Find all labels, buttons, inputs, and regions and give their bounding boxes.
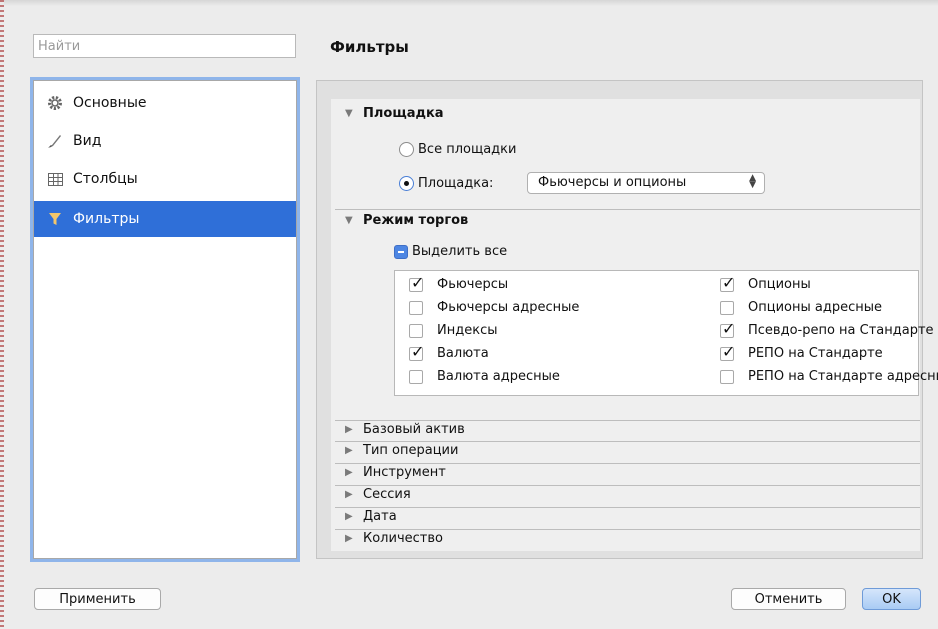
- checkbox-checked-icon: [409, 342, 424, 361]
- section-title: Режим торгов: [363, 213, 469, 228]
- disclosure-closed-icon: ▶: [345, 489, 353, 500]
- disclosure-closed-icon: ▶: [345, 467, 353, 478]
- divider: [335, 209, 920, 210]
- disclosure-closed-icon: ▶: [345, 511, 353, 522]
- checkbox-label: Валюта: [437, 346, 489, 361]
- checkbox-icon: [409, 323, 423, 338]
- section-instrument[interactable]: ▶ Инструмент: [345, 465, 446, 480]
- ok-button[interactable]: OK: [862, 588, 921, 610]
- checkbox-repo-standard[interactable]: РЕПО на Стандарте: [720, 342, 938, 361]
- section-title: Дата: [363, 509, 397, 524]
- section-title: Тип операции: [363, 443, 459, 458]
- divider: [335, 485, 920, 486]
- divider: [335, 463, 920, 464]
- checkbox-icon: [720, 369, 734, 384]
- section-title: Площадка: [363, 106, 444, 121]
- sidebar: Основные Вид Столбцы Фильтры: [33, 80, 297, 559]
- divider: [335, 420, 920, 421]
- radio-selected-icon: [399, 176, 414, 191]
- checkbox-pseudo-repo[interactable]: Псевдо-репо на Стандарте: [720, 319, 938, 338]
- checkbox-label: Опционы адресные: [748, 300, 882, 315]
- disclosure-open-icon: ▼: [345, 215, 353, 226]
- radio-all-venues[interactable]: Все площадки: [399, 142, 516, 157]
- filters-content: ▼ Площадка Все площадки Площадка: Фьючер…: [331, 99, 938, 551]
- checkbox-icon: [720, 300, 734, 315]
- table-icon: [45, 172, 65, 186]
- disclosure-closed-icon: ▶: [345, 533, 353, 544]
- apply-button[interactable]: Применить: [34, 588, 161, 610]
- checkbox-icon: [409, 300, 423, 315]
- section-title: Сессия: [363, 487, 411, 502]
- gear-icon: [45, 95, 65, 111]
- checkbox-checked-icon: [720, 342, 735, 361]
- checkbox-icon: [409, 369, 423, 384]
- stepper-arrows-icon: ▲ ▼: [749, 173, 756, 190]
- checkbox-label: Псевдо-репо на Стандарте: [748, 323, 934, 338]
- sidebar-item-filters[interactable]: Фильтры: [34, 201, 296, 237]
- section-quantity[interactable]: ▶ Количество: [345, 531, 443, 546]
- venue-select[interactable]: Фьючерсы и опционы ▲ ▼: [527, 172, 765, 194]
- sidebar-item-view[interactable]: Вид: [34, 123, 296, 159]
- checkbox-repo-standard-addr[interactable]: РЕПО на Стандарте адресные: [720, 369, 938, 384]
- select-all-checkbox[interactable]: Выделить все: [394, 244, 507, 259]
- sidebar-item-columns[interactable]: Столбцы: [34, 161, 296, 197]
- divider: [335, 507, 920, 508]
- checkbox-currency-addr[interactable]: Валюта адресные: [409, 369, 560, 384]
- mixed-checkbox-icon: [394, 244, 408, 259]
- checkbox-options[interactable]: Опционы: [720, 273, 938, 292]
- section-mode-header[interactable]: ▼ Режим торгов: [345, 213, 468, 228]
- checkbox-label: РЕПО на Стандарте: [748, 346, 883, 361]
- venue-select-value: Фьючерсы и опционы: [538, 175, 687, 190]
- checkbox-label: Индексы: [437, 323, 498, 338]
- checkbox-label: Фьючерсы: [437, 277, 509, 292]
- window-left-edge: [0, 0, 4, 629]
- window-top-edge: [0, 0, 938, 6]
- disclosure-closed-icon: ▶: [345, 424, 353, 435]
- search-input[interactable]: [33, 34, 296, 58]
- disclosure-closed-icon: ▶: [345, 445, 353, 456]
- section-date[interactable]: ▶ Дата: [345, 509, 397, 524]
- checkbox-label: РЕПО на Стандарте адресные: [748, 369, 938, 384]
- filters-panel: ▼ Площадка Все площадки Площадка: Фьючер…: [316, 80, 938, 559]
- sidebar-item-label: Фильтры: [73, 211, 140, 227]
- checkbox-futures[interactable]: Фьючерсы: [409, 273, 509, 292]
- checkbox-label: Фьючерсы адресные: [437, 300, 580, 315]
- checkbox-currency[interactable]: Валюта: [409, 342, 489, 361]
- checkbox-indexes[interactable]: Индексы: [409, 323, 497, 338]
- sidebar-item-label: Столбцы: [73, 171, 138, 187]
- checkbox-futures-addr[interactable]: Фьючерсы адресные: [409, 300, 579, 315]
- checkbox-label: Выделить все: [412, 244, 508, 259]
- checkbox-label: Валюта адресные: [437, 369, 560, 384]
- checkbox-checked-icon: [409, 273, 424, 292]
- section-title: Базовый актив: [363, 422, 465, 437]
- brush-icon: [45, 133, 65, 149]
- section-venue-header[interactable]: ▼ Площадка: [345, 106, 444, 121]
- section-operation-type[interactable]: ▶ Тип операции: [345, 443, 458, 458]
- sidebar-item-label: Вид: [73, 133, 102, 149]
- radio-label: Все площадки: [418, 142, 517, 157]
- section-title: Количество: [363, 531, 443, 546]
- checkbox-label: Опционы: [748, 277, 811, 292]
- radio-label: Площадка:: [418, 176, 494, 191]
- radio-specific-venue[interactable]: Площадка:: [399, 176, 493, 191]
- radio-icon: [399, 142, 414, 157]
- trading-mode-list: Фьючерсы Фьючерсы адресные Индексы Валют…: [394, 270, 938, 396]
- sidebar-item-label: Основные: [73, 95, 147, 111]
- checkbox-checked-icon: [720, 273, 735, 292]
- divider: [335, 441, 920, 442]
- section-session[interactable]: ▶ Сессия: [345, 487, 411, 502]
- funnel-icon: [45, 212, 65, 226]
- section-underlying-asset[interactable]: ▶ Базовый актив: [345, 422, 465, 437]
- sidebar-item-general[interactable]: Основные: [34, 85, 296, 121]
- checkbox-checked-icon: [720, 319, 735, 338]
- disclosure-open-icon: ▼: [345, 108, 353, 119]
- checkbox-options-addr[interactable]: Опционы адресные: [720, 300, 938, 315]
- page-title: Фильтры: [330, 38, 409, 56]
- section-title: Инструмент: [363, 465, 446, 480]
- cancel-button[interactable]: Отменить: [731, 588, 846, 610]
- divider: [335, 529, 920, 530]
